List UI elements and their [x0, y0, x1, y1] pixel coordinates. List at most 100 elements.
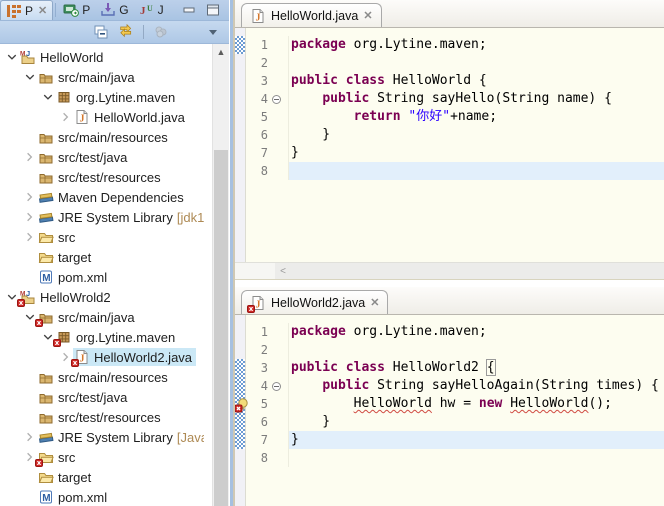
editor-sash[interactable]: [235, 279, 664, 287]
tree-item-src-test-java[interactable]: src/test/java: [0, 147, 204, 167]
tree-item-pom-xml[interactable]: Mpom.xml: [0, 487, 204, 506]
chevron-down-icon[interactable]: [4, 49, 19, 65]
code-text[interactable]: [288, 54, 664, 72]
scrollbar-thumb[interactable]: [214, 150, 228, 506]
tree-item-src-main-resources[interactable]: src/main/resources: [0, 367, 204, 387]
chevron-right-icon[interactable]: [22, 429, 37, 445]
fold-collapse-icon[interactable]: [271, 94, 281, 104]
import-arrow-icon: [100, 2, 116, 18]
fold-column: [268, 413, 284, 431]
close-icon[interactable]: ✕: [38, 4, 47, 17]
line-number: 8: [260, 451, 268, 465]
code-text[interactable]: return "你好"+name;: [288, 108, 664, 126]
code-text[interactable]: public String sayHelloAgain(String times…: [288, 377, 664, 395]
fold-collapse-icon[interactable]: [271, 381, 281, 391]
error-overlay-icon: x: [247, 304, 255, 313]
code-text[interactable]: [288, 449, 664, 467]
chevron-down-icon[interactable]: [40, 89, 55, 105]
tree-item-label: org.Lytine.maven: [76, 89, 176, 105]
code-text[interactable]: }: [288, 431, 664, 449]
plain-token: }: [291, 127, 331, 142]
chevron-right-icon[interactable]: [22, 149, 37, 165]
line-number: 7: [260, 433, 268, 447]
view-menu-icon[interactable]: [205, 24, 221, 40]
plain-token: org.Lytine.maven;: [345, 324, 487, 339]
minimize-icon[interactable]: [181, 2, 197, 18]
line-number: 5: [260, 397, 268, 411]
editor-helloworld: J HelloWorld.java ✕ 1 package org.Lytine.…: [235, 0, 664, 279]
horizontal-scrollbar[interactable]: <: [235, 262, 664, 279]
fold-column: [268, 54, 284, 72]
code-editor[interactable]: 1 package org.Lytine.maven; 2 3 public class…: [235, 315, 664, 506]
code-text[interactable]: public class HelloWorld {: [288, 72, 664, 90]
svg-text:J: J: [140, 5, 146, 17]
code-text[interactable]: [288, 341, 664, 359]
maven-file-icon: M: [38, 489, 54, 505]
code-text[interactable]: package org.Lytine.maven;: [288, 36, 664, 54]
tree-item-src-main-resources[interactable]: src/main/resources: [0, 127, 204, 147]
library-icon: [38, 189, 54, 205]
tree-item-maven-dependencies[interactable]: Maven Dependencies: [0, 187, 204, 207]
tree-item-pom-xml[interactable]: Mpom.xml: [0, 267, 204, 287]
code-text[interactable]: }: [288, 144, 664, 162]
code-text[interactable]: package org.Lytine.maven;: [288, 323, 664, 341]
chevron-down-icon[interactable]: [22, 69, 37, 85]
scroll-up-arrow-icon[interactable]: ▲: [213, 44, 229, 60]
tree-item-helloworld2-java[interactable]: Jx HelloWorld2.java: [0, 347, 204, 367]
code-text[interactable]: public class HelloWorld2 {: [288, 359, 664, 377]
code-text[interactable]: }: [288, 126, 664, 144]
close-icon[interactable]: ✕: [363, 9, 372, 22]
tree-item-src-test-resources[interactable]: src/test/resources: [0, 167, 204, 187]
chevron-right-icon[interactable]: [22, 189, 37, 205]
tree-item-org-lytine-maven[interactable]: x org.Lytine.maven: [0, 327, 204, 347]
library-icon: [38, 429, 54, 445]
maximize-icon[interactable]: [205, 2, 221, 18]
editor-helloworld2: Jx HelloWorld2.java ✕ 1 package org.Lytin…: [235, 287, 664, 506]
tree-item-src-main-java[interactable]: x src/main/java: [0, 307, 204, 327]
java-file-icon: Jx: [71, 349, 90, 367]
fold-column: [268, 449, 284, 467]
focus-task-icon[interactable]: [153, 24, 169, 40]
tree-item-org-lytine-maven[interactable]: org.Lytine.maven: [0, 87, 204, 107]
tree-item-label: src: [58, 229, 76, 245]
tree-vertical-scrollbar[interactable]: ▲: [212, 44, 229, 506]
tab-project-explorer[interactable]: P: [58, 0, 95, 20]
tree-item-label: src/main/resources: [58, 369, 168, 385]
plain-token: }: [291, 432, 299, 447]
code-text[interactable]: public String sayHello(String name) {: [288, 90, 664, 108]
chevron-right-icon[interactable]: [22, 209, 37, 225]
keyword-token: package: [291, 37, 346, 52]
tree-item-hellowrold2[interactable]: M Jx HelloWrold2: [0, 287, 204, 307]
tree-item-src-test-java[interactable]: src/test/java: [0, 387, 204, 407]
tree-item-src[interactable]: src: [0, 227, 204, 247]
close-icon[interactable]: ✕: [370, 296, 379, 309]
code-text[interactable]: }: [288, 413, 664, 431]
chevron-right-icon[interactable]: [22, 229, 37, 245]
tree-item-helloworld[interactable]: M J HelloWorld: [0, 47, 204, 67]
editor-tab-helloworld[interactable]: J HelloWorld.java ✕: [241, 3, 382, 27]
tree-item-jre-system-library[interactable]: JRE System Library [jdk1.: [0, 207, 204, 227]
tree-item-jre-system-library[interactable]: JRE System Library [JavaS: [0, 427, 204, 447]
tab-junit[interactable]: JU J: [134, 0, 169, 20]
chevron-right-icon[interactable]: [58, 109, 73, 125]
error-reference-token: HelloWorld: [353, 396, 432, 411]
code-editor[interactable]: 1 package org.Lytine.maven; 2 3 public class…: [235, 28, 664, 262]
code-text[interactable]: HelloWorld hw = new HelloWorld();: [288, 395, 664, 413]
tree-item-target[interactable]: target: [0, 467, 204, 487]
plain-token: }: [291, 145, 299, 160]
link-with-editor-icon[interactable]: [118, 24, 134, 40]
tree-item-src-test-resources[interactable]: src/test/resources: [0, 407, 204, 427]
tree-item-target[interactable]: target: [0, 247, 204, 267]
project-tree: M J HelloWorld src/main/java org.Lytine.mave…: [0, 44, 204, 506]
tab-package-explorer[interactable]: P ✕: [0, 0, 54, 20]
editor-tab-helloworld2[interactable]: Jx HelloWorld2.java ✕: [241, 290, 389, 314]
collapse-all-icon[interactable]: [93, 24, 109, 40]
tree-item-helloworld-java[interactable]: J HelloWorld.java: [0, 107, 204, 127]
scroll-left-arrow-icon[interactable]: <: [275, 266, 291, 277]
tab-git[interactable]: G: [95, 0, 133, 20]
tree-item-src[interactable]: x src: [0, 447, 204, 467]
code-text[interactable]: [288, 162, 664, 180]
tree-item-src-main-java[interactable]: src/main/java: [0, 67, 204, 87]
scrollbar-track[interactable]: [291, 263, 664, 279]
